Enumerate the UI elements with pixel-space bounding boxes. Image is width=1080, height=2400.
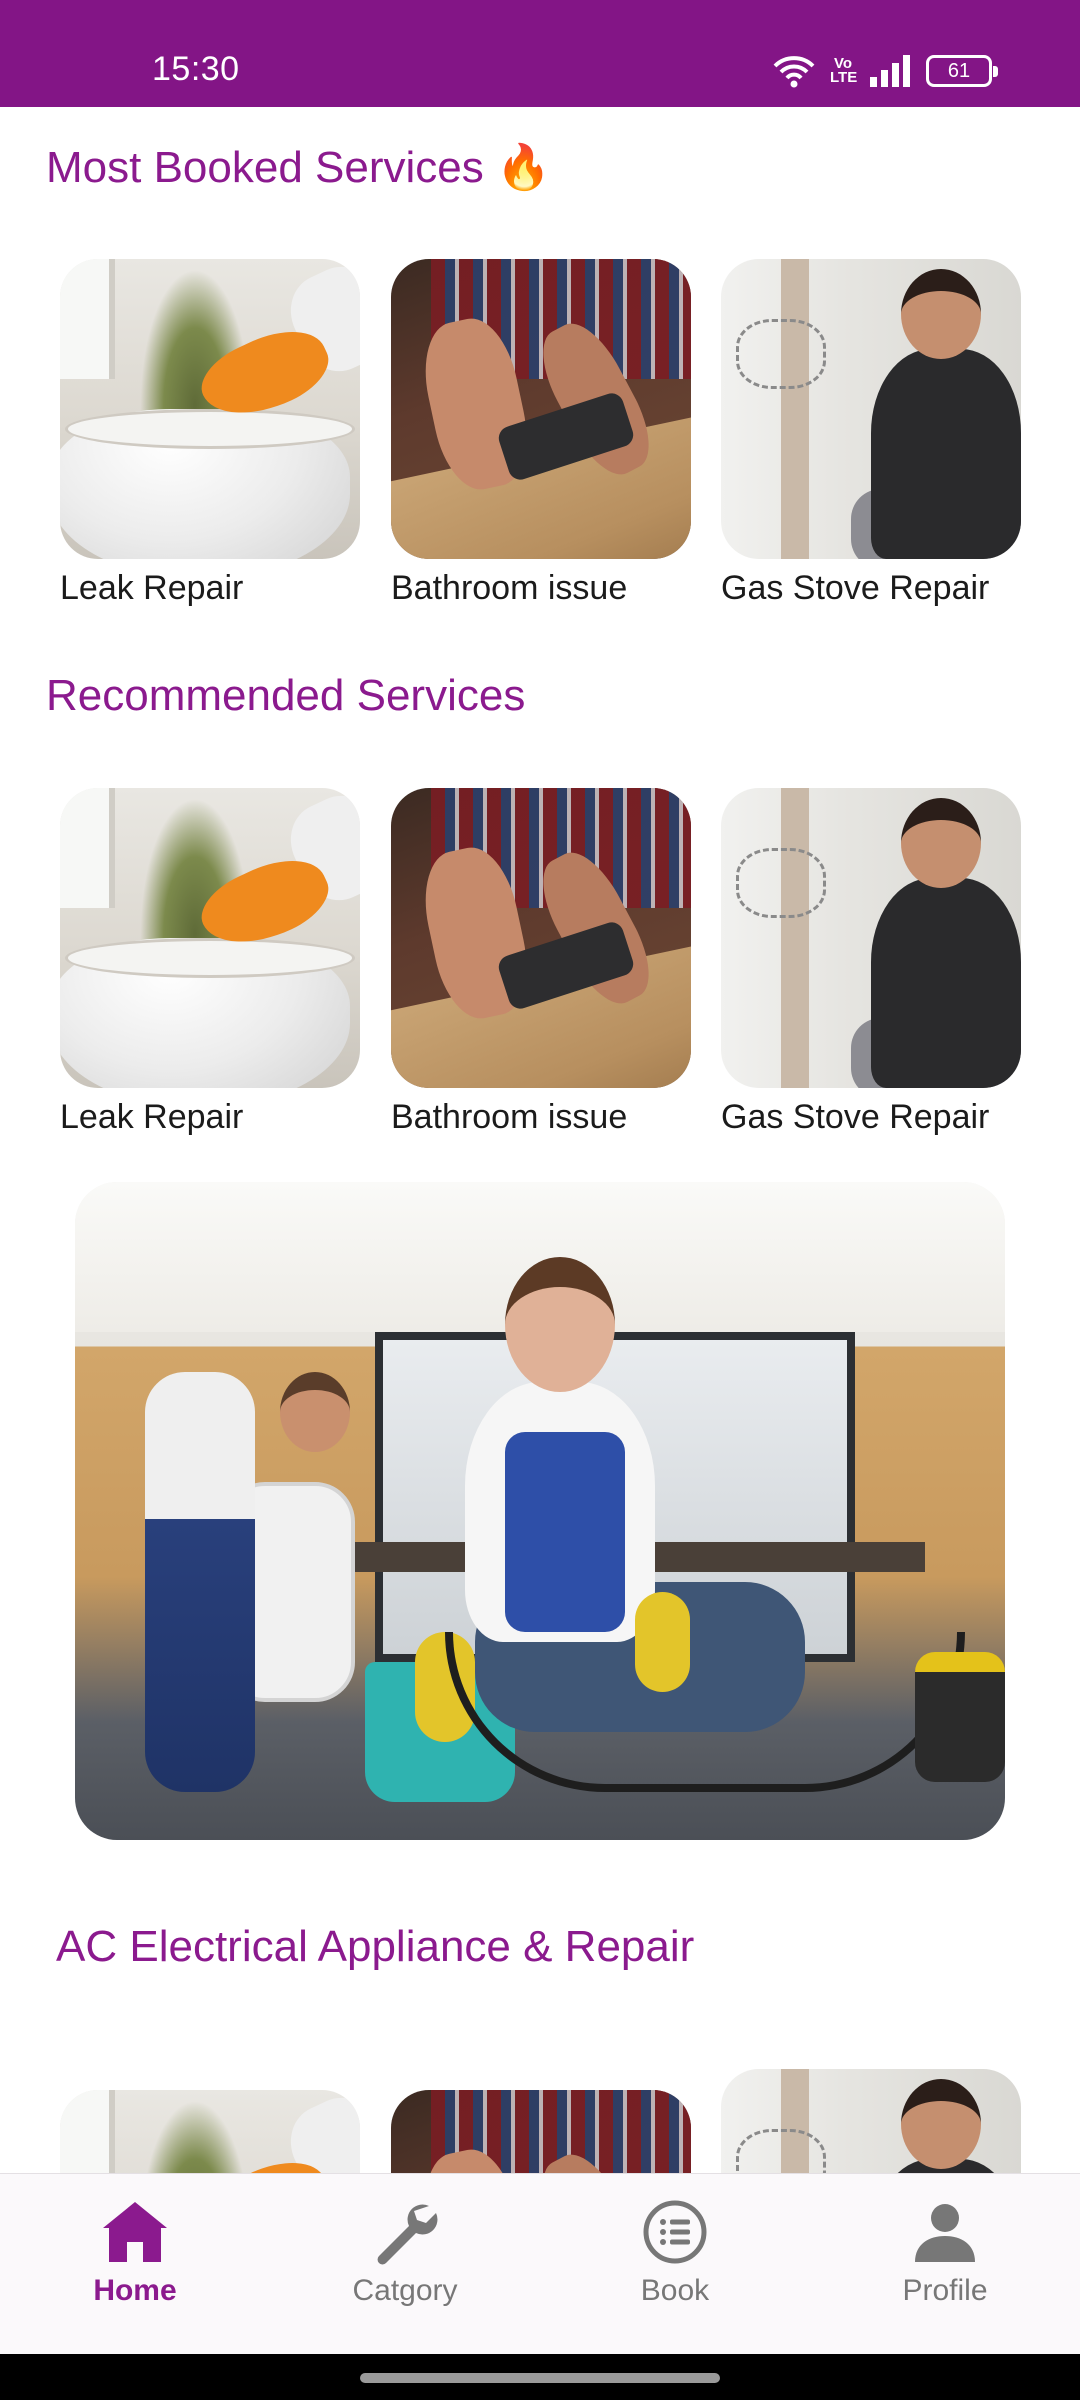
wifi-icon bbox=[773, 56, 815, 88]
carpenter-planing-image bbox=[391, 788, 691, 1088]
service-card-leak-repair[interactable]: Leak Repair bbox=[60, 788, 360, 1137]
nav-home[interactable]: Home bbox=[35, 2174, 235, 2355]
service-card-label: Bathroom issue bbox=[391, 1098, 628, 1136]
battery-level: 61 bbox=[947, 59, 971, 82]
list-icon bbox=[643, 2200, 707, 2264]
service-card-label: Gas Stove Repair bbox=[721, 1098, 990, 1136]
toilet-cleaning-image bbox=[60, 2090, 360, 2173]
home-icon bbox=[103, 2202, 167, 2262]
battery-icon: 61 bbox=[926, 55, 998, 87]
ac-repair-title: AC Electrical Appliance & Repair bbox=[56, 1922, 695, 1971]
service-card-leak-repair[interactable]: Leak Repair bbox=[60, 259, 360, 608]
electrician-image bbox=[721, 259, 1021, 559]
service-card-label: Leak Repair bbox=[60, 1098, 244, 1136]
toilet-cleaning-image bbox=[60, 259, 360, 559]
nav-label: Book bbox=[640, 2274, 710, 2307]
home-gesture-bar[interactable] bbox=[360, 2373, 720, 2383]
service-card-bathroom-issue[interactable]: Bathroom issue bbox=[391, 259, 691, 608]
service-card-bathroom-issue[interactable]: Bathroom issue bbox=[391, 788, 691, 1137]
signal-icon bbox=[870, 55, 910, 87]
volte-indicator: Vo LTE bbox=[830, 55, 858, 86]
wrench-icon bbox=[377, 2204, 438, 2265]
main-content[interactable]: Most Booked Services 🔥 Leak Repair Bathr… bbox=[0, 107, 1080, 2173]
nav-book[interactable]: Book bbox=[575, 2174, 775, 2355]
service-card-gas-stove-repair[interactable]: Gas Stove Repair bbox=[721, 259, 1021, 608]
service-card-label: Gas Stove Repair bbox=[721, 569, 990, 607]
recommended-title: Recommended Services bbox=[46, 671, 526, 720]
gesture-navigation-area bbox=[0, 2354, 1080, 2400]
service-card[interactable] bbox=[391, 2090, 691, 2173]
nav-category[interactable]: Catgory bbox=[305, 2174, 505, 2355]
nav-label: Profile bbox=[902, 2274, 988, 2307]
most-booked-title: Most Booked Services 🔥 bbox=[46, 143, 551, 192]
service-card-label: Leak Repair bbox=[60, 569, 244, 607]
toilet-cleaning-image bbox=[60, 788, 360, 1088]
electrician-image bbox=[721, 2069, 1021, 2173]
electrician-image bbox=[721, 788, 1021, 1088]
service-card-gas-stove-repair[interactable]: Gas Stove Repair bbox=[721, 788, 1021, 1137]
carpenter-planing-image bbox=[391, 259, 691, 559]
service-card-label: Bathroom issue bbox=[391, 569, 628, 607]
bottom-navigation: Home Catgory Book Profile bbox=[0, 2173, 1080, 2354]
status-icons: Vo LTE 61 bbox=[772, 52, 998, 90]
service-card[interactable] bbox=[721, 2069, 1021, 2173]
status-bar: 15:30 Vo LTE 61 bbox=[0, 0, 1080, 107]
person-icon bbox=[915, 2204, 975, 2262]
carpenter-planing-image bbox=[391, 2090, 691, 2173]
service-card[interactable] bbox=[60, 2090, 360, 2173]
promo-banner[interactable] bbox=[75, 1182, 1005, 1840]
nav-label: Catgory bbox=[352, 2274, 458, 2307]
nav-profile[interactable]: Profile bbox=[845, 2174, 1045, 2355]
nav-label: Home bbox=[93, 2274, 177, 2307]
status-time: 15:30 bbox=[152, 50, 240, 88]
